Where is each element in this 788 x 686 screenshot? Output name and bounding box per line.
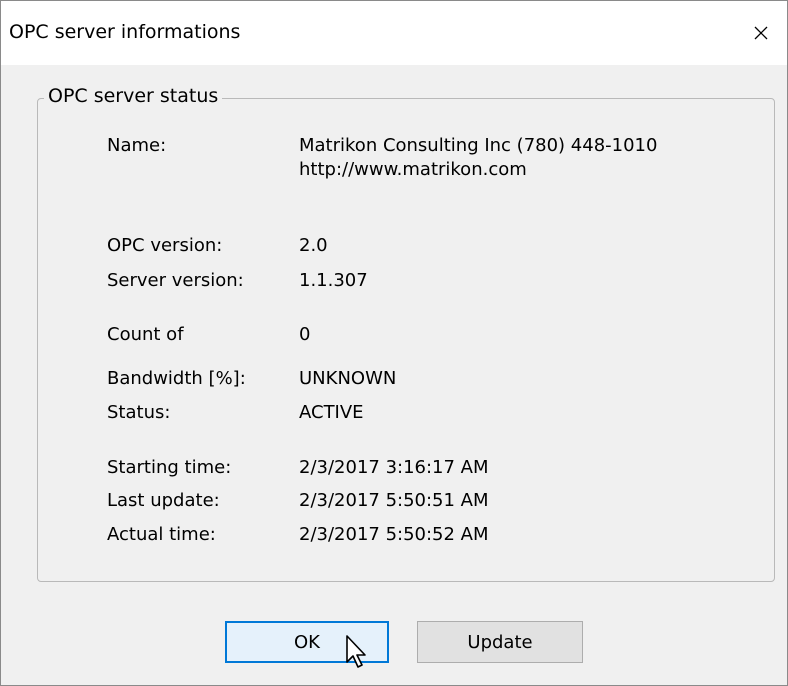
actual-time-value: 2/3/2017 5:50:52 AM <box>299 524 489 545</box>
groupbox-legend: OPC server status <box>44 85 223 107</box>
name-label: Name: <box>107 135 167 156</box>
count-of-label: Count of <box>107 324 184 345</box>
close-icon <box>754 26 768 40</box>
opc-server-info-dialog: OPC server informations OPC server statu… <box>0 0 788 686</box>
starting-time-label: Starting time: <box>107 457 232 478</box>
name-value-line2: http://www.matrikon.com <box>299 159 527 180</box>
actual-time-label: Actual time: <box>107 524 216 545</box>
server-version-label: Server version: <box>107 270 244 291</box>
window-title: OPC server informations <box>9 21 241 43</box>
count-of-value: 0 <box>299 324 311 345</box>
last-update-value: 2/3/2017 5:50:51 AM <box>299 490 489 511</box>
close-button[interactable] <box>735 1 787 65</box>
status-label: Status: <box>107 402 171 423</box>
opc-version-label: OPC version: <box>107 235 223 256</box>
opc-version-value: 2.0 <box>299 235 328 256</box>
last-update-label: Last update: <box>107 490 220 511</box>
bandwidth-value: UNKNOWN <box>299 368 397 389</box>
bandwidth-label: Bandwidth [%]: <box>107 368 246 389</box>
status-value: ACTIVE <box>299 402 364 423</box>
name-value-line1: Matrikon Consulting Inc (780) 448-1010 <box>299 135 658 156</box>
mouse-pointer-icon <box>345 635 369 675</box>
starting-time-value: 2/3/2017 3:16:17 AM <box>299 457 489 478</box>
server-version-value: 1.1.307 <box>299 270 368 291</box>
title-bar: OPC server informations <box>1 1 787 65</box>
update-button[interactable]: Update <box>417 621 583 663</box>
